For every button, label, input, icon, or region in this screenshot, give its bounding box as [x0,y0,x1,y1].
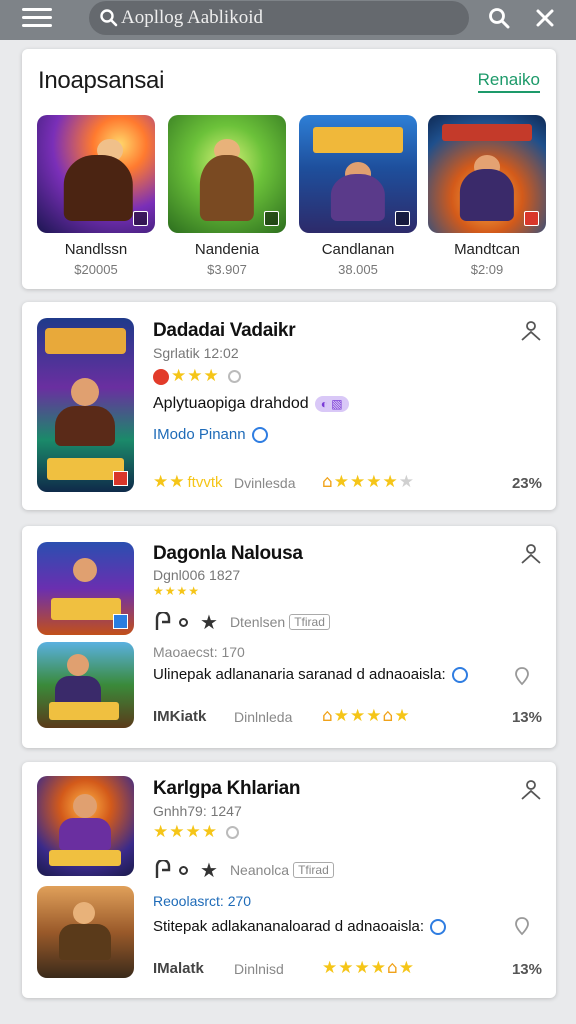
section-title: Inoapsansai [38,67,165,94]
search-icon [100,9,118,27]
app-price: $20005 [74,262,118,277]
featured-section: Inoapsansai Renaiko Nandlssn $20005 Nand… [22,49,556,289]
app-name: Candlanan [321,241,395,258]
rating-stars: ★ ★ ★ [153,368,241,385]
app-screenshot [37,642,134,728]
verified-icon [251,427,268,444]
app-name: Nandenia [194,241,260,258]
rating-stars-secondary: ★ ★ ftvvtk [153,472,223,492]
developer-link[interactable]: IModo Pinann [153,426,268,444]
app-name: Mandtcan [454,241,520,258]
app-subtitle: Gnhh79: 1247 [153,803,242,819]
close-icon[interactable] [533,6,557,30]
footer-label: Dinlnisd [234,961,284,977]
footer-label: Dinlnleda [234,709,293,725]
list-label: Maoaecst: 170 [153,644,245,660]
verified-icon [451,667,468,684]
rating-percent: 13% [511,709,542,726]
app-cover-art [37,542,134,635]
app-artwork [168,115,286,233]
app-description: Stitepak adlakananaloarad d adnaoaisla: [153,918,447,936]
footer-label: Dvinlesda [234,475,296,491]
info-icon [227,370,241,383]
app-list-card[interactable]: Dadadai Vadaikr Sgrlatik 12:02 ★ ★ ★ Aplyt… [22,302,556,510]
app-price: $2:09 [470,262,504,277]
app-description: Ulinepak adlananaria saranad d adnaoaisl… [153,666,468,684]
app-price: 38.005 [338,262,378,277]
featured-app-tile[interactable]: Mandtcan $2:09 [428,115,546,277]
meta-row: ★ Neanolca Tfirad [153,858,334,882]
person-icon[interactable] [520,320,542,342]
featured-app-tile[interactable]: Nandlssn $20005 [37,115,155,277]
search-bar[interactable] [89,1,469,35]
rating-stars-secondary: IMalatk [153,960,204,977]
person-icon[interactable] [520,779,542,801]
person-icon[interactable] [520,543,542,565]
app-price: $3.907 [207,262,247,277]
hamburger-menu-icon[interactable] [22,8,52,30]
app-title: Dagonla Nalousa [153,543,303,564]
app-name: Nandlssn [64,241,128,258]
info-icon [226,826,239,839]
featured-app-tile[interactable]: Nandenia $3.907 [168,115,286,277]
pin-icon [155,860,171,878]
app-cover-art [37,776,134,876]
app-list-card[interactable]: Dagonla Nalousa Dgnl006 1827 ★ ★ ★ ★ ★ Dten… [22,526,556,748]
app-list-card[interactable]: Karlgpa Khlarian Gnhh79: 1247 ★ ★ ★ ★ ★ Nea… [22,762,556,998]
rating-stars-secondary: IMKiatk [153,708,207,725]
publisher-icon [153,368,169,385]
rating-stars: ★ ★ ★ ★ ⌂ ★ [322,958,415,978]
rating-stars: ★ ★ ★ ★ [153,824,239,841]
rating-stars: ⌂ ★ ★ ★ ⌂ ★ [322,706,410,726]
app-type-icon [524,211,539,226]
app-subtitle: Dgnl006 1827 [153,567,241,583]
search-icon[interactable] [487,6,511,30]
app-artwork [37,115,155,233]
pin-icon [155,612,171,630]
see-more-link[interactable]: Renaiko [477,70,540,93]
meta-row: ★ Dtenlsen Tfirad [153,610,330,634]
rating-percent: 23% [511,475,542,492]
app-artwork [299,115,417,233]
app-title: Karlgpa Khlarian [153,778,301,799]
app-type-icon [264,211,279,226]
rating-stars: ⌂ ★ ★ ★ ★ ★ [322,472,415,492]
verified-icon [430,919,447,936]
app-type-icon [395,211,410,226]
app-cover-art [37,318,134,492]
app-subtitle: Sgrlatik 12:02 [153,345,239,361]
rating-stars: ★ ★ ★ ★ [153,584,200,598]
app-screenshot [37,886,134,978]
list-label: Reoolasrct: 270 [153,893,252,909]
rating-percent: 13% [511,961,542,978]
featured-app-tile[interactable]: Candlanan 38.005 [299,115,417,277]
search-input[interactable] [121,7,451,29]
star-icon: ★ [200,610,218,634]
location-icon[interactable] [512,916,532,936]
top-app-bar [0,0,576,40]
app-feature: Aplytuaopiga drahdod ◐ ▧ [153,395,349,413]
feature-badge: ◐ ▧ [314,395,349,412]
app-type-icon [133,211,148,226]
app-artwork [428,115,546,233]
app-title: Dadadai Vadaikr [153,320,296,341]
location-icon[interactable] [512,666,532,686]
star-icon: ★ [200,858,218,882]
